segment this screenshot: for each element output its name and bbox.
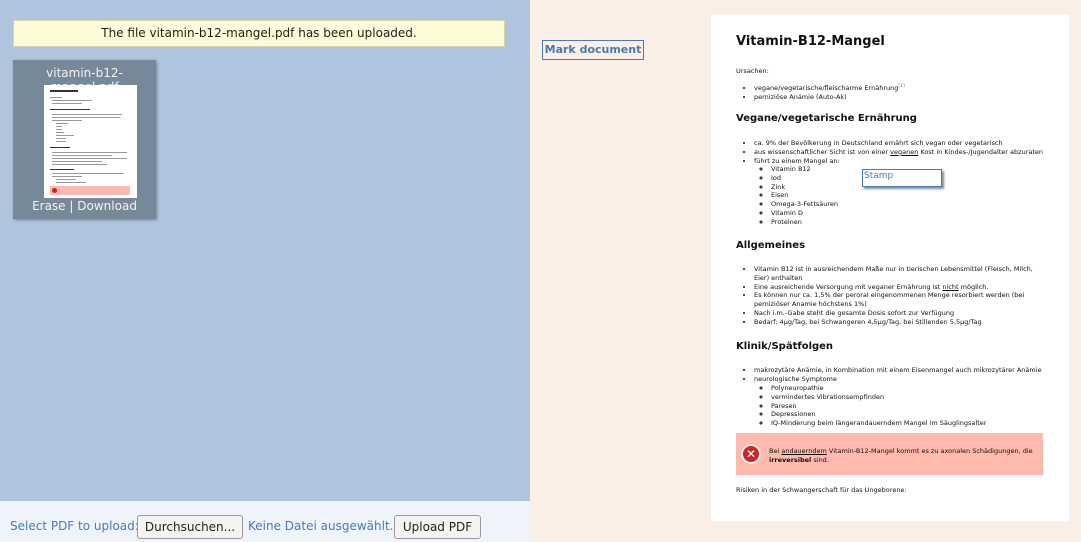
list-item: Proteinen [771, 218, 838, 227]
document-viewer: Mark document Vitamin-B12-Mangel Ursache… [530, 0, 1081, 542]
section-list: Vitamin B12 ist in ausreichendem Maße nu… [754, 265, 1044, 327]
no-file-selected-text: Keine Datei ausgewählt. [248, 519, 394, 533]
thumbnail-preview[interactable] [44, 85, 137, 198]
causes-list: vegane/vegetarische/fleischarme Ernährun… [754, 83, 1054, 102]
list-item: Bedarf: 4µg/Tag, bei Schwangeren 4,5µg/T… [754, 318, 1044, 327]
warning-text: Bei andauerndem Vitamin-B12-Mangel kommt… [769, 447, 1033, 464]
mark-document-button[interactable]: Mark document [542, 40, 644, 60]
list-item: ca. 9% der Bevölkerung in Deutschland er… [754, 139, 1054, 148]
upload-bar: Select PDF to upload: Durchsuchen... Kei… [0, 501, 530, 542]
pdf-thumbnail-card[interactable]: vitamin-b12-mangel.pdf [13, 60, 156, 219]
document-title: Vitamin-B12-Mangel [736, 34, 885, 49]
upload-pdf-button[interactable]: Upload PDF [394, 515, 481, 539]
footnote-marker[interactable]: [1] [898, 84, 904, 89]
list-item: Eine ausreichende Versorgung mit veganer… [754, 283, 1044, 292]
sub-list: Polyneuropathie vermindertes Vibrationse… [771, 384, 986, 428]
section-heading: Klinik/Spätfolgen [736, 341, 834, 352]
list-item: Eisen [771, 191, 838, 200]
warning-callout: ✕ Bei andauerndem Vitamin-B12-Mangel kom… [736, 433, 1043, 475]
list-item: Iod [771, 174, 838, 183]
list-item: vegane/vegetarische/fleischarme Ernährun… [754, 83, 1054, 93]
causes-label: Ursachen: [736, 67, 769, 75]
section-list: ca. 9% der Bevölkerung in Deutschland er… [754, 139, 1054, 165]
list-item: vermindertes Vibrationsempfinden [771, 393, 986, 402]
upload-notice: The file vitamin-b12-mangel.pdf has been… [13, 20, 505, 47]
list-item: Zink [771, 183, 838, 192]
list-item: Vitamin B12 ist in ausreichendem Maße nu… [754, 265, 1044, 283]
list-item: aus wissenschaftlicher Sicht ist von ein… [754, 148, 1054, 157]
x-circle-icon: ✕ [741, 444, 761, 464]
upload-label: Select PDF to upload: [10, 519, 139, 533]
footer-paragraph: Risiken in der Schwangerschaft für das U… [736, 486, 907, 494]
list-item: perniziöse Anämie (Auto-Ak) [754, 93, 1054, 102]
stamp-box[interactable]: Stamp [862, 169, 942, 187]
list-item: neurologische Symptome [754, 375, 1054, 384]
section-heading: Allgemeines [736, 240, 806, 251]
list-item: Paresen [771, 402, 986, 411]
upload-panel: The file vitamin-b12-mangel.pdf has been… [0, 0, 530, 542]
list-item: Vitamin B12 [771, 165, 838, 174]
section-heading: Vegane/vegetarische Ernährung [736, 113, 917, 124]
list-item: Nach i.m.-Gabe steht die gesamte Dosis s… [754, 309, 1044, 318]
list-item: Es können nur ca. 1,5% der peroral einge… [754, 291, 1044, 309]
browse-button[interactable]: Durchsuchen... [137, 515, 243, 539]
erase-link[interactable]: Erase [32, 199, 66, 213]
list-item: Vitamin D [771, 209, 838, 218]
list-item: makrozytäre Anämie, in Kombination mit e… [754, 366, 1054, 375]
action-separator: | [69, 199, 74, 213]
thumbnail-actions: Erase | Download [13, 199, 156, 213]
pdf-page[interactable]: Vitamin-B12-Mangel Ursachen: vegane/vege… [711, 15, 1069, 521]
list-item: Polyneuropathie [771, 384, 986, 393]
section-list: makrozytäre Anämie, in Kombination mit e… [754, 366, 1054, 384]
list-item: Depressionen [771, 410, 986, 419]
list-item: IQ-Minderung beim längerandauerndem Mang… [771, 419, 986, 428]
list-item: Omega-3-Fettsäuren [771, 200, 838, 209]
download-link[interactable]: Download [77, 199, 137, 213]
sub-list: Vitamin B12 Iod Zink Eisen Omega-3-Fetts… [771, 165, 838, 227]
